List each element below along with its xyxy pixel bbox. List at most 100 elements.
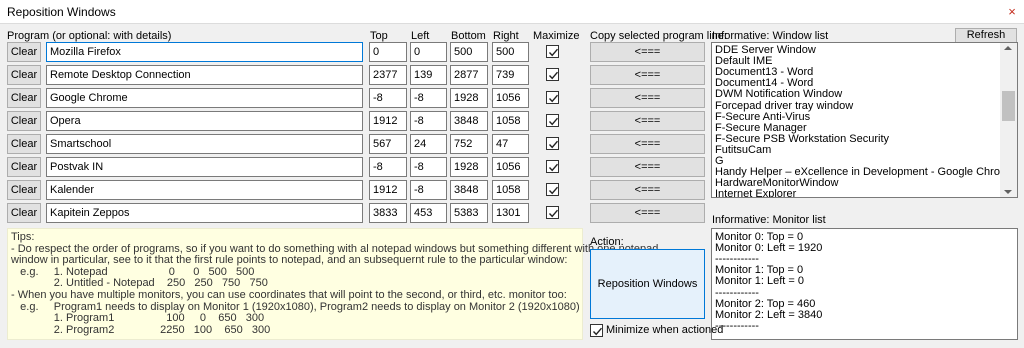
top-input[interactable]: 1912 [369,111,407,131]
bottom-input[interactable]: 752 [450,134,488,154]
top-input[interactable]: 3833 [369,203,407,223]
right-input[interactable]: 1058 [492,180,529,200]
scroll-down-icon[interactable] [1004,190,1012,194]
window-list[interactable]: DDE Server Window Default IME Document13 -… [711,42,1018,198]
bottom-input[interactable]: 500 [450,42,488,62]
left-input[interactable]: -8 [410,157,447,177]
header-window-list: Informative: Window list [712,30,829,42]
bottom-input[interactable]: 5383 [450,203,488,223]
maximize-checkbox[interactable] [546,114,559,127]
right-input[interactable]: 47 [492,134,529,154]
copy-line-button[interactable]: <=== [590,42,705,62]
right-input[interactable]: 739 [492,65,529,85]
tip-line: 1. Program1 100 0 650 300 [11,312,265,325]
minimize-label[interactable]: Minimize when actioned [606,324,723,336]
maximize-checkbox[interactable] [546,137,559,150]
refresh-button[interactable]: Refresh [955,28,1017,43]
tip-line: - Do respect the order of programs, so i… [11,242,659,255]
left-input[interactable]: -8 [410,88,447,108]
maximize-checkbox[interactable] [546,68,559,81]
bottom-input[interactable]: 1928 [450,157,488,177]
top-input[interactable]: 567 [369,134,407,154]
reposition-windows-button[interactable]: Reposition Windows [590,249,705,319]
monitor-list[interactable]: Monitor 0: Top = 0 Monitor 0: Left = 1920… [711,228,1018,340]
copy-line-button[interactable]: <=== [590,65,705,85]
program-input[interactable]: Kalender [46,180,363,200]
clear-button[interactable]: Clear [7,111,41,131]
right-input[interactable]: 500 [492,42,529,62]
scroll-up-icon[interactable] [1004,46,1012,50]
clear-button[interactable]: Clear [7,42,41,62]
top-input[interactable]: -8 [369,88,407,108]
check-icon [548,163,559,172]
scroll-thumb[interactable] [1002,91,1015,121]
left-input[interactable]: 24 [410,134,447,154]
right-input[interactable]: 1056 [492,157,529,177]
program-input[interactable]: Remote Desktop Connection [46,65,363,85]
right-input[interactable]: 1058 [492,111,529,131]
clear-button[interactable]: Clear [7,157,41,177]
tip-line: - When you have multiple monitors, you c… [11,289,567,301]
tip-line: window in particular, see to it that the… [11,254,568,267]
top-input[interactable]: -8 [369,157,407,177]
maximize-checkbox[interactable] [546,183,559,196]
header-left: Left [411,30,430,42]
window-list-scrollbar[interactable] [1000,43,1017,197]
right-input[interactable]: 1301 [492,203,529,223]
top-input[interactable]: 0 [369,42,407,62]
close-icon[interactable]: × [1000,0,1024,24]
copy-line-button[interactable]: <=== [590,157,705,177]
right-input[interactable]: 1056 [492,88,529,108]
program-input[interactable]: Opera [46,111,363,131]
maximize-checkbox[interactable] [546,45,559,58]
copy-line-button[interactable]: <=== [590,203,705,223]
check-icon [592,327,603,336]
check-icon [548,117,559,126]
clear-button[interactable]: Clear [7,134,41,154]
clear-button[interactable]: Clear [7,88,41,108]
maximize-checkbox[interactable] [546,160,559,173]
left-input[interactable]: 0 [410,42,447,62]
left-input[interactable]: -8 [410,111,447,131]
check-icon [548,140,559,149]
header-top: Top [370,30,388,42]
left-input[interactable]: 453 [410,203,447,223]
program-input[interactable]: Postvak IN [46,157,363,177]
left-input[interactable]: 139 [410,65,447,85]
copy-line-button[interactable]: <=== [590,88,705,108]
maximize-checkbox[interactable] [546,91,559,104]
top-input[interactable]: 1912 [369,180,407,200]
action-label: Action: [590,236,624,248]
header-monitor-list: Informative: Monitor list [712,214,826,226]
clear-button[interactable]: Clear [7,203,41,223]
check-icon [548,209,559,218]
maximize-checkbox[interactable] [546,206,559,219]
copy-line-button[interactable]: <=== [590,111,705,131]
tip-line: 2. Program2 2250 100 650 300 [11,323,271,336]
check-icon [548,94,559,103]
tips-panel: Tips: - Do respect the order of programs,… [7,228,658,340]
program-input[interactable]: Smartschool [46,134,363,154]
bottom-input[interactable]: 3848 [450,111,488,131]
header-bottom: Bottom [451,30,486,42]
top-input[interactable]: 2377 [369,65,407,85]
check-icon [548,48,559,57]
copy-line-button[interactable]: <=== [590,134,705,154]
clear-button[interactable]: Clear [7,65,41,85]
header-right: Right [493,30,519,42]
bottom-input[interactable]: 3848 [450,180,488,200]
tip-line: e.g. 1. Notepad 0 0 500 500 [11,265,255,278]
header-copy: Copy selected program line: [590,30,727,42]
bottom-input[interactable]: 1928 [450,88,488,108]
minimize-checkbox[interactable] [590,324,603,337]
bottom-input[interactable]: 2877 [450,65,488,85]
left-input[interactable]: -8 [410,180,447,200]
window-list-item[interactable]: Internet Explorer [715,188,796,197]
tip-line: Tips: [11,231,35,243]
program-input[interactable]: Kapitein Zeppos [46,203,363,223]
clear-button[interactable]: Clear [7,180,41,200]
program-input[interactable]: Mozilla Firefox [46,42,363,62]
program-input[interactable]: Google Chrome [46,88,363,108]
copy-line-button[interactable]: <=== [590,180,705,200]
tip-line: 2. Untitled - Notepad 250 250 750 750 [11,277,268,290]
